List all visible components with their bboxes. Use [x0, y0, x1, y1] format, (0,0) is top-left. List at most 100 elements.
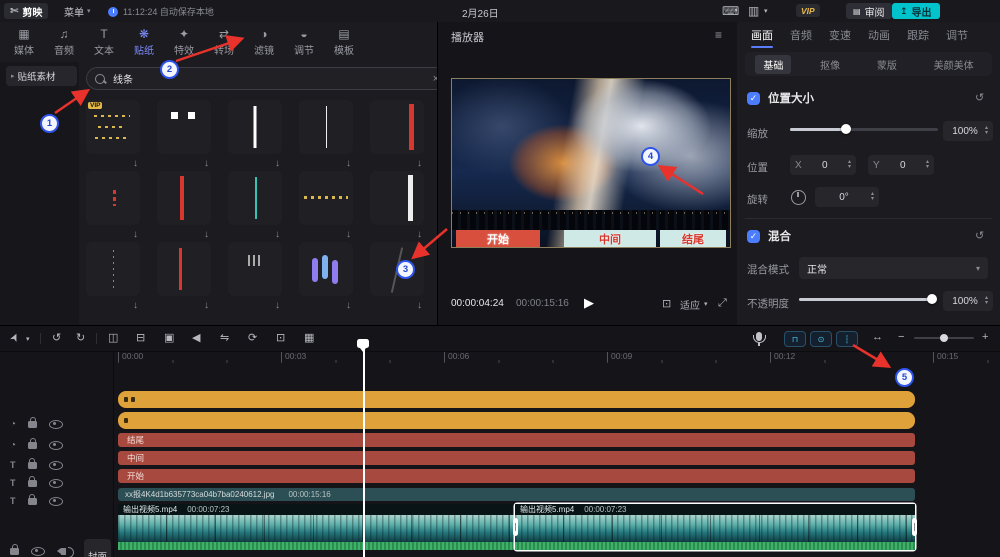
reverse-icon[interactable]: ◀: [192, 331, 200, 344]
download-icon[interactable]: ↓: [275, 300, 280, 311]
download-icon[interactable]: ↓: [417, 300, 422, 311]
magnet-toggle[interactable]: ⊓: [784, 331, 806, 347]
stepper-down-icon[interactable]: ▾: [985, 301, 988, 306]
lock-icon[interactable]: [28, 462, 37, 469]
tab-adjustment[interactable]: 调节: [946, 27, 968, 43]
reset-blend-icon[interactable]: ↺: [975, 229, 984, 242]
link-toggle[interactable]: ⊙: [810, 331, 832, 347]
fit-caret-icon[interactable]: ▾: [704, 300, 708, 308]
download-icon[interactable]: ↓: [133, 158, 138, 169]
download-icon[interactable]: ↓: [275, 229, 280, 240]
tab-speed[interactable]: 变速: [829, 27, 851, 43]
download-icon[interactable]: ↓: [417, 229, 422, 240]
snapshot-icon[interactable]: ⊡: [662, 297, 671, 310]
lock-icon[interactable]: [28, 442, 37, 449]
tab-effect[interactable]: ✦特效: [164, 22, 204, 62]
tab-media[interactable]: ▦媒体: [4, 22, 44, 62]
sticker-tile[interactable]: VIP↓: [86, 100, 140, 154]
video-clip-2-selected[interactable]: 输出视频5.mp4 00:00:07:23: [515, 504, 915, 550]
sticker-tile[interactable]: ↓: [86, 171, 140, 225]
stepper-down-icon[interactable]: ▾: [926, 165, 929, 170]
subtab-basic[interactable]: 基础: [755, 55, 791, 74]
record-audio-icon[interactable]: [756, 332, 762, 341]
zoom-in-icon[interactable]: +: [982, 331, 988, 343]
subtab-cutout[interactable]: 抠像: [812, 55, 848, 74]
fullscreen-icon[interactable]: ⤢: [718, 297, 727, 310]
search-input[interactable]: [111, 72, 427, 85]
trim-handle-left[interactable]: [513, 518, 518, 536]
slider-knob[interactable]: [927, 294, 937, 304]
sidebar-item-sticker-material[interactable]: ▸ 贴纸素材: [6, 66, 77, 86]
eye-icon[interactable]: [49, 441, 63, 450]
position-x-box[interactable]: X 0 ▴▾: [790, 155, 856, 175]
blend-checkbox[interactable]: ✓: [747, 230, 760, 243]
tab-picture[interactable]: 画面: [751, 27, 773, 43]
rotate-dial-icon[interactable]: [791, 190, 806, 205]
stepper-down-icon[interactable]: ▾: [848, 165, 851, 170]
mirror-icon[interactable]: ⇋: [220, 331, 229, 344]
video-preview[interactable]: 开始 中间 结尾: [451, 78, 731, 248]
tab-sticker[interactable]: ❋贴纸: [124, 22, 164, 62]
text-clip-start[interactable]: 开始: [118, 469, 915, 483]
eye-icon[interactable]: [49, 420, 63, 429]
playhead-handle[interactable]: [357, 339, 369, 348]
layout-caret-icon[interactable]: ▾: [764, 7, 768, 15]
lock-icon[interactable]: [28, 498, 37, 505]
overlay-icon[interactable]: ▦: [304, 331, 314, 344]
tab-tracking[interactable]: 跟踪: [907, 27, 929, 43]
redo-icon[interactable]: ↻: [76, 331, 85, 344]
tab-template[interactable]: ▤模板: [324, 22, 364, 62]
undo-icon[interactable]: ↺: [52, 331, 61, 344]
select-tool-caret-icon[interactable]: ▾: [26, 335, 30, 343]
scale-slider[interactable]: [790, 124, 938, 134]
rotate-icon[interactable]: ⟳: [248, 331, 257, 344]
tab-adjust[interactable]: ◒调节: [284, 22, 324, 62]
fit-mode-dropdown[interactable]: 适应: [680, 297, 700, 312]
download-icon[interactable]: ↓: [346, 300, 351, 311]
delete-icon[interactable]: ⊟: [136, 331, 145, 344]
sticker-track-clip-2[interactable]: [118, 412, 915, 429]
crop-icon[interactable]: ⊡: [276, 331, 285, 344]
sticker-tile[interactable]: ↓: [228, 242, 282, 296]
opacity-value-box[interactable]: 100% ▴▾: [943, 291, 993, 311]
sticker-tile[interactable]: ↓: [370, 100, 424, 154]
lock-icon[interactable]: [28, 421, 37, 428]
cover-button[interactable]: 封面: [84, 539, 111, 557]
blend-mode-select[interactable]: 正常 ▾: [799, 257, 988, 279]
sticker-tile[interactable]: ↓: [157, 242, 211, 296]
sticker-tile[interactable]: ↓: [228, 100, 282, 154]
sticker-tile[interactable]: ↓: [370, 171, 424, 225]
sticker-tile[interactable]: ↓: [299, 171, 353, 225]
opacity-slider[interactable]: [799, 294, 937, 304]
subtab-beauty[interactable]: 美颜美体: [926, 55, 982, 74]
reset-position-size-icon[interactable]: ↺: [975, 91, 984, 104]
player-menu-icon[interactable]: ≡: [715, 28, 722, 42]
scale-value-box[interactable]: 100% ▴▾: [943, 121, 993, 141]
stepper-down-icon[interactable]: ▾: [871, 197, 874, 202]
playhead-line[interactable]: [363, 345, 365, 557]
tab-text[interactable]: T文本: [84, 22, 124, 62]
tab-animation[interactable]: 动画: [868, 27, 890, 43]
subtab-mask[interactable]: 蒙版: [869, 55, 905, 74]
sticker-tile[interactable]: ↓: [86, 242, 140, 296]
download-icon[interactable]: ↓: [133, 300, 138, 311]
sticker-tile[interactable]: ↓: [157, 100, 211, 154]
eye-icon[interactable]: [49, 461, 63, 470]
download-icon[interactable]: ↓: [275, 158, 280, 169]
review-button[interactable]: ▤ 审阅: [846, 3, 892, 19]
download-icon[interactable]: ↓: [346, 229, 351, 240]
trim-handle-right[interactable]: [912, 518, 917, 536]
eye-icon[interactable]: [31, 547, 45, 556]
export-button[interactable]: ↥ 导出: [892, 3, 940, 19]
preview-axis-toggle[interactable]: ┆: [836, 331, 858, 347]
tab-filter[interactable]: ◑滤镜: [244, 22, 284, 62]
download-icon[interactable]: ↓: [133, 229, 138, 240]
select-tool-icon[interactable]: ➤: [10, 331, 19, 344]
tab-audio-props[interactable]: 音频: [790, 27, 812, 43]
zoom-out-icon[interactable]: −: [898, 331, 904, 343]
zoom-slider-knob[interactable]: [940, 334, 948, 342]
lock-icon[interactable]: [10, 548, 19, 555]
image-track-clip[interactable]: xx报4K4d1b635773ca04b7ba0240612.jpg 00:00…: [118, 488, 915, 501]
position-size-checkbox[interactable]: ✓: [747, 92, 760, 105]
sticker-track-clip-1[interactable]: [118, 391, 915, 408]
